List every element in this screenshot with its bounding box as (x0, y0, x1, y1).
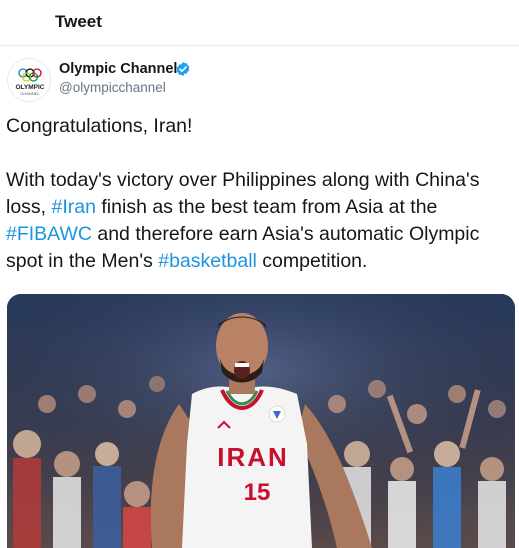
tweet-line: loss, #Iran finish as the best team from… (6, 196, 438, 218)
basketball-player-photo: IRAN 15 (7, 294, 515, 548)
hashtag-basketball[interactable]: #basketball (158, 250, 257, 272)
hashtag-fibawc[interactable]: #FIBAWC (6, 223, 92, 245)
olympic-rings-icon: OLYMPIC CHANNEL (15, 68, 45, 96)
tweet-line: With today's victory over Philippines al… (6, 169, 480, 191)
jersey-text: IRAN (217, 442, 289, 472)
tweet-line: spot in the Men's #basketball competitio… (6, 250, 368, 272)
display-name[interactable]: Olympic Channel (59, 61, 177, 77)
header-title: Tweet (55, 12, 102, 31)
tweet-author (0, 47, 519, 107)
jersey-number: 15 (244, 479, 271, 506)
tweet-line: Congratulations, Iran! (6, 115, 193, 137)
avatar[interactable]: OLYMPIC CHANNEL (7, 58, 51, 102)
hashtag-iran[interactable]: #Iran (52, 196, 96, 218)
svg-text:CHANNEL: CHANNEL (20, 91, 40, 96)
handle[interactable]: @olympicchannel (59, 80, 166, 95)
svg-text:OLYMPIC: OLYMPIC (15, 84, 44, 91)
tweet-text: Congratulations, Iran! With today's vict… (6, 113, 514, 275)
verified-badge-icon (176, 62, 190, 76)
tweet-header: Tweet (0, 0, 519, 46)
tweet-photo[interactable]: IRAN 15 (7, 294, 515, 548)
tweet-line: #FIBAWC and therefore earn Asia's automa… (6, 223, 480, 245)
